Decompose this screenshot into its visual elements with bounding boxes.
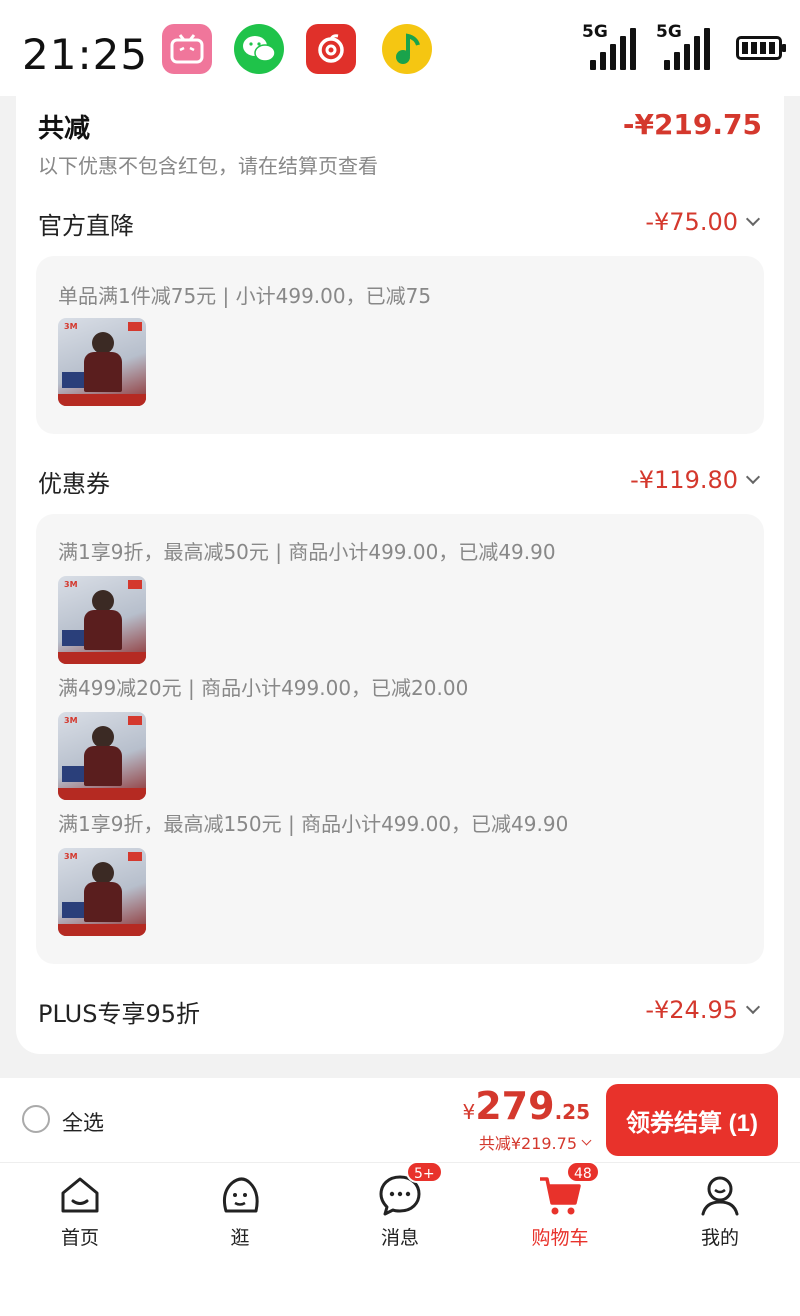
signal-label-1: 5G — [582, 22, 608, 42]
price-integer: 279 — [475, 1084, 555, 1128]
total-discount-amount: -¥219.75 — [622, 108, 762, 141]
currency-symbol: ¥ — [462, 1100, 476, 1124]
coupon-title: 优惠券 — [38, 470, 110, 498]
official-discount-amount: -¥75.00 — [645, 208, 738, 236]
discount-detail-card: 共减 -¥219.75 以下优惠不包含红包，请在结算页查看 官方直降 -¥75.… — [16, 96, 784, 1054]
official-discount-toggle[interactable]: -¥75.00 — [645, 208, 761, 236]
plus-discount-amount: -¥24.95 — [645, 996, 738, 1024]
chevron-down-icon — [745, 211, 761, 227]
tab-browse[interactable]: 逛 — [180, 1173, 300, 1253]
total-discount-title: 共减 — [38, 114, 91, 144]
product-thumbnail[interactable]: 3M — [58, 848, 146, 936]
plus-discount-title: PLUS专享95折 — [38, 1000, 200, 1028]
signal-label-2: 5G — [656, 22, 682, 42]
coupon-desc: 满1享9折，最高减150元 | 商品小计499.00，已减49.90 — [58, 812, 569, 836]
product-thumbnail[interactable]: 3M — [58, 318, 146, 406]
coupon-toggle[interactable]: -¥119.80 — [630, 466, 761, 494]
tab-label: 消息 — [380, 1227, 419, 1249]
coupon-desc: 满1享9折，最高减50元 | 商品小计499.00，已减49.90 — [58, 540, 556, 564]
chevron-up-icon — [581, 1135, 592, 1145]
saving-summary-toggle[interactable]: 共减¥219.75 — [478, 1130, 592, 1154]
qq-music-icon — [382, 24, 432, 74]
tab-label: 逛 — [230, 1227, 250, 1249]
bilibili-icon — [162, 24, 212, 74]
tab-label: 我的 — [700, 1227, 739, 1249]
home-icon — [58, 1173, 102, 1217]
product-thumbnail[interactable]: 3M — [58, 576, 146, 664]
select-all-radio[interactable] — [22, 1105, 50, 1133]
tab-label: 首页 — [60, 1227, 99, 1249]
cart-discount-page: 21:25 5G 5G 共减 -¥219.75 以下优惠不包含红包，请在结算页查… — [0, 0, 800, 1316]
official-discount-panel: 单品满1件减75元 | 小计499.00，已减75 3M — [36, 256, 764, 434]
message-icon: 5+ — [378, 1161, 443, 1217]
message-badge: 5+ — [406, 1161, 443, 1183]
cart-badge: 48 — [566, 1161, 600, 1183]
status-time: 21:25 — [22, 30, 149, 79]
coupon-panel: 满1享9折，最高减50元 | 商品小计499.00，已减49.90 3M 满49… — [36, 514, 764, 964]
total-price: ¥279.25 — [463, 1084, 591, 1128]
browse-icon — [218, 1173, 262, 1217]
tab-messages[interactable]: 5+ 消息 — [340, 1161, 460, 1253]
wechat-icon — [234, 24, 284, 74]
chevron-down-icon — [745, 999, 761, 1015]
signal-indicator-1: 5G — [582, 22, 638, 74]
signal-indicator-2: 5G — [656, 22, 712, 74]
official-discount-desc: 单品满1件减75元 | 小计499.00，已减75 — [58, 284, 432, 308]
tab-home[interactable]: 首页 — [20, 1173, 140, 1253]
tab-profile[interactable]: 我的 — [660, 1173, 780, 1253]
saving-summary: 共减¥219.75 — [478, 1134, 577, 1153]
tab-label: 购物车 — [531, 1227, 589, 1249]
status-bar: 21:25 5G 5G — [0, 0, 800, 96]
select-all-label[interactable]: 全选 — [62, 1107, 104, 1137]
official-discount-title: 官方直降 — [38, 212, 134, 240]
netease-music-icon — [306, 24, 356, 74]
bottom-tab-bar: 首页 逛 5+ 消息 48 购物车 我的 — [0, 1161, 800, 1316]
tab-cart[interactable]: 48 购物车 — [500, 1161, 620, 1253]
discount-note: 以下优惠不包含红包，请在结算页查看 — [38, 154, 378, 178]
profile-icon — [698, 1173, 742, 1217]
price-decimal: .25 — [554, 1100, 590, 1124]
coupon-amount: -¥119.80 — [630, 466, 738, 494]
product-thumbnail[interactable]: 3M — [58, 712, 146, 800]
cart-icon: 48 — [538, 1161, 600, 1217]
checkout-bar: 全选 ¥279.25 共减¥219.75 领券结算 (1) — [0, 1078, 800, 1162]
checkout-button[interactable]: 领券结算 (1) — [606, 1084, 778, 1156]
coupon-desc: 满499减20元 | 商品小计499.00，已减20.00 — [58, 676, 469, 700]
chevron-down-icon — [745, 469, 761, 485]
plus-discount-toggle[interactable]: -¥24.95 — [645, 996, 761, 1024]
battery-icon — [736, 36, 786, 60]
